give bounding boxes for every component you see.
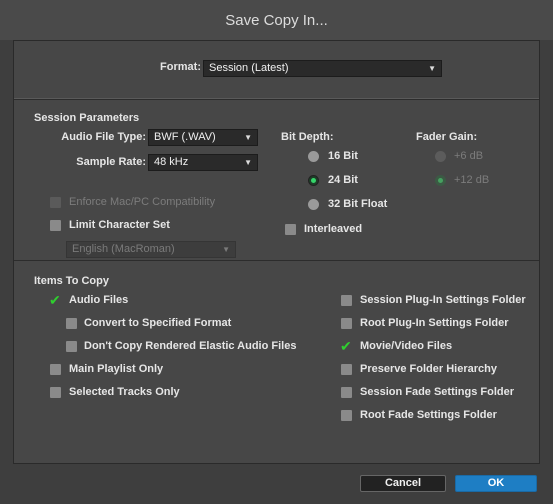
main-playlist-checkbox[interactable] [50,364,61,375]
session-parameters-section: Session Parameters Audio File Type: BWF … [14,99,539,261]
fader-gain-12-label: +12 dB [454,174,490,186]
audio-files-checkbox[interactable] [49,292,61,309]
limit-charset-checkbox[interactable] [50,220,61,231]
audio-files-label: Audio Files [69,294,129,306]
preserve-hierarchy-checkbox[interactable] [341,364,352,375]
fader-gain-12-radio[interactable] [435,175,446,186]
convert-format-checkbox[interactable] [66,318,77,329]
limit-charset-label: Limit Character Set [69,219,170,231]
bit-depth-24-label: 24 Bit [328,174,358,186]
format-value: Session (Latest) [209,62,289,74]
session-fade-folder-label: Session Fade Settings Folder [360,386,515,398]
chevron-down-icon: ▼ [428,64,436,73]
chevron-down-icon: ▼ [222,245,230,254]
format-label: Format: [160,61,201,73]
fader-gain-6-label: +6 dB [454,150,484,162]
save-copy-dialog: Format: Session (Latest) ▼ Session Param… [13,40,540,464]
ok-button[interactable]: OK [455,475,537,492]
root-plugin-folder-label: Root Plug-In Settings Folder [360,317,509,329]
movie-video-label: Movie/Video Files [360,340,453,352]
movie-video-checkbox[interactable] [340,338,352,355]
enforce-compat-checkbox[interactable] [50,197,61,208]
root-fade-folder-checkbox[interactable] [341,410,352,421]
audio-file-type-dropdown[interactable]: BWF (.WAV) ▼ [148,129,258,146]
chevron-down-icon: ▼ [244,133,252,142]
chevron-down-icon: ▼ [244,158,252,167]
session-parameters-heading: Session Parameters [34,112,140,124]
root-fade-folder-label: Root Fade Settings Folder [360,409,497,421]
convert-format-label: Convert to Specified Format [84,317,232,329]
audio-file-type-label: Audio File Type: [61,131,146,143]
items-to-copy-section: Items To Copy Audio Files Convert to Spe… [14,260,539,466]
window-title-bar: Save Copy In... [0,0,553,40]
items-to-copy-heading: Items To Copy [34,275,109,287]
bit-depth-32-label: 32 Bit Float [328,198,388,210]
sample-rate-dropdown[interactable]: 48 kHz ▼ [148,154,258,171]
dont-copy-elastic-checkbox[interactable] [66,341,77,352]
audio-file-type-value: BWF (.WAV) [154,131,216,143]
main-playlist-label: Main Playlist Only [69,363,164,375]
sample-rate-value: 48 kHz [154,156,189,168]
format-dropdown[interactable]: Session (Latest) ▼ [203,60,442,77]
bit-depth-24-radio[interactable] [308,175,319,186]
window-title: Save Copy In... [225,11,328,29]
enforce-compat-label: Enforce Mac/PC Compatibility [69,196,216,208]
cancel-button[interactable]: Cancel [360,475,446,492]
charset-value: English (MacRoman) [72,243,175,255]
session-plugin-folder-checkbox[interactable] [341,295,352,306]
fader-gain-6-radio[interactable] [435,151,446,162]
selected-tracks-checkbox[interactable] [50,387,61,398]
dialog-footer: Cancel OK [13,464,540,499]
preserve-hierarchy-label: Preserve Folder Hierarchy [360,363,497,375]
interleaved-checkbox[interactable] [285,224,296,235]
root-plugin-folder-checkbox[interactable] [341,318,352,329]
session-fade-folder-checkbox[interactable] [341,387,352,398]
sample-rate-label: Sample Rate: [76,156,146,168]
bit-depth-heading: Bit Depth: [281,131,334,143]
dont-copy-elastic-label: Don't Copy Rendered Elastic Audio Files [84,340,297,352]
format-section: Format: Session (Latest) ▼ [14,41,539,99]
selected-tracks-label: Selected Tracks Only [69,386,180,398]
interleaved-label: Interleaved [304,223,363,235]
charset-dropdown[interactable]: English (MacRoman) ▼ [66,241,236,258]
bit-depth-16-radio[interactable] [308,151,319,162]
fader-gain-heading: Fader Gain: [416,131,478,143]
session-plugin-folder-label: Session Plug-In Settings Folder [360,294,526,306]
bit-depth-16-label: 16 Bit [328,150,358,162]
bit-depth-32-radio[interactable] [308,199,319,210]
